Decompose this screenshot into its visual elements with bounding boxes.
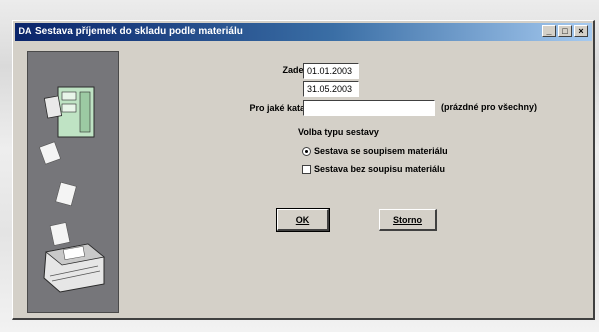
catalog-number-field[interactable] xyxy=(303,100,435,116)
ok-button[interactable]: OK xyxy=(276,208,330,232)
with-material-list-radio[interactable] xyxy=(302,147,311,157)
report-dialog: DA Sestava příjemek do skladu podle mate… xyxy=(12,20,595,320)
date-from-field[interactable] xyxy=(303,63,359,79)
cancel-button[interactable]: Storno xyxy=(379,209,437,231)
with-material-list-option[interactable]: Sestava se soupisem materiálu xyxy=(302,145,448,157)
window-title: Sestava příjemek do skladu podle materiá… xyxy=(35,26,243,37)
side-illustration-panel xyxy=(27,51,119,313)
app-icon: DA xyxy=(18,26,32,36)
without-material-list-label: Sestava bez soupisu materiálu xyxy=(314,164,446,174)
title-bar[interactable]: DA Sestava příjemek do skladu podle mate… xyxy=(15,23,592,41)
without-material-list-option[interactable]: Sestava bez soupisu materiálu xyxy=(302,163,445,175)
minimize-button[interactable]: _ xyxy=(542,25,556,37)
close-button[interactable]: × xyxy=(574,25,588,37)
with-material-list-label: Sestava se soupisem materiálu xyxy=(314,146,448,156)
date-to-field[interactable] xyxy=(303,81,359,97)
catalog-hint: (prázdné pro všechny) xyxy=(441,102,538,112)
report-type-title: Volba typu sestavy xyxy=(298,127,379,137)
printer-illustration-icon xyxy=(39,86,105,293)
maximize-button[interactable]: □ xyxy=(558,25,572,37)
without-material-list-checkbox[interactable] xyxy=(302,165,311,175)
